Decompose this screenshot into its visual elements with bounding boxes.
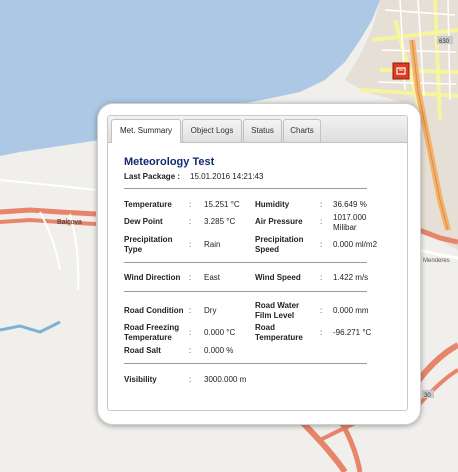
last-package-label: Last Package : [124,172,181,181]
wind-speed-value: 1.422 m/s [333,273,369,282]
colon: : [189,273,192,282]
divider [124,188,367,189]
colon: : [320,273,323,282]
colon: : [320,240,323,249]
air-pressure-value: 1017.000 Milibar [333,213,367,232]
colon: : [320,200,323,209]
precipitation-type-label: Precipitation Type [124,235,173,254]
colon: : [189,328,192,337]
station-info-popup: Met. Summary Object Logs Status Charts M… [97,103,421,425]
air-pressure-label: Air Pressure [255,217,303,226]
road-condition-label: Road Condition [124,306,184,315]
road-freezing-value: 0.000 °C [204,328,236,337]
tab-charts[interactable]: Charts [283,119,321,142]
precipitation-speed-value: 0.000 ml/m2 [333,240,378,249]
humidity-label: Humidity [255,200,290,209]
colon: : [320,306,323,315]
visibility-label: Visibility [124,375,157,384]
colon: : [320,217,323,226]
road-salt-value: 0.000 % [204,346,234,355]
svg-text:30: 30 [424,393,431,399]
svg-text:630: 630 [439,39,450,45]
dew-point-label: Dew Point [124,217,163,226]
colon: : [189,306,192,315]
place-label: Balçova [57,219,82,226]
colon: : [189,346,192,355]
road-label: Menderes [423,258,450,264]
colon: : [189,240,192,249]
road-water-value: 0.000 mm [333,306,369,315]
road-temperature-label: Road Temperature [255,323,303,342]
last-package-value: 15.01.2016 14:21:43 [190,172,264,181]
colon: : [189,217,192,226]
road-freezing-label: Road Freezing Temperature [124,323,180,342]
wind-direction-label: Wind Direction [124,273,181,282]
visibility-value: 3000.000 m [204,375,247,384]
temperature-label: Temperature [124,200,172,209]
divider [124,363,367,364]
wind-direction-value: East [204,273,221,282]
road-condition-value: Dry [204,306,217,315]
humidity-value: 36.649 % [333,200,367,209]
tab-status[interactable]: Status [243,119,282,142]
last-package: Last Package : 15.01.2016 14:21:43 [124,172,263,181]
station-marker-icon[interactable] [392,62,410,80]
colon: : [189,200,192,209]
tab-bar: Met. Summary Object Logs Status Charts [108,116,407,143]
divider [124,291,367,292]
wind-speed-label: Wind Speed [255,273,301,282]
colon: : [320,328,323,337]
station-title: Meteorology Test [124,156,215,168]
met-summary-content: Meteorology Test Last Package : 15.01.201… [108,143,407,410]
road-water-label: Road Water Film Level [255,301,300,320]
tab-object-logs[interactable]: Object Logs [182,119,242,142]
road-salt-label: Road Salt [124,346,161,355]
info-panel: Met. Summary Object Logs Status Charts M… [107,115,408,411]
road-temperature-value: -96.271 °C [333,328,372,337]
precipitation-speed-label: Precipitation Speed [255,235,304,254]
tab-met-summary[interactable]: Met. Summary [111,119,181,143]
colon: : [189,375,192,384]
divider [124,262,367,263]
